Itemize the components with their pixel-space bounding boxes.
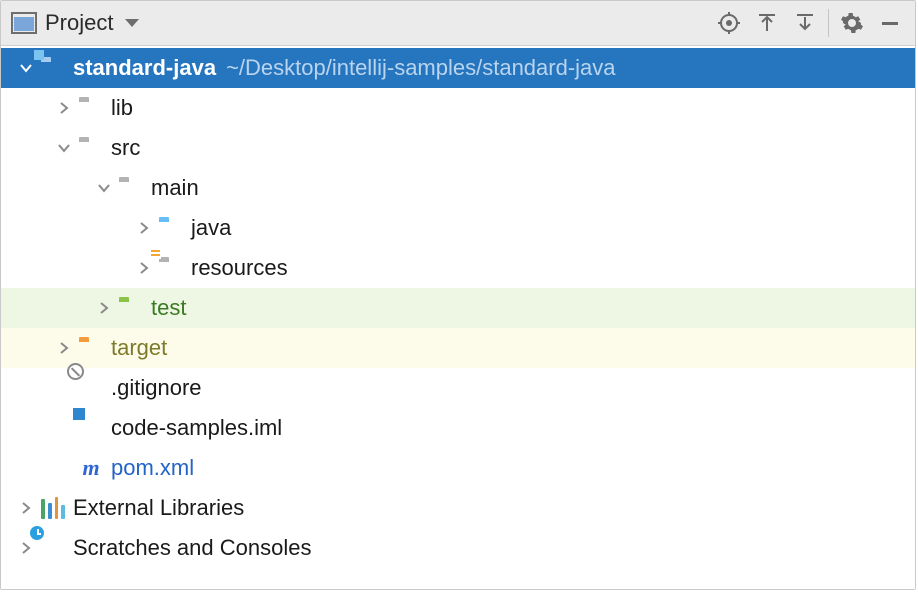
file-ignored-icon xyxy=(79,377,103,399)
tree-node-lib[interactable]: lib xyxy=(1,88,915,128)
node-label: main xyxy=(151,175,199,201)
chevron-right-icon[interactable] xyxy=(53,337,75,359)
minimize-icon xyxy=(880,13,900,33)
node-label: java xyxy=(191,215,231,241)
excluded-folder-icon xyxy=(79,337,103,359)
module-root[interactable]: standard-java ~/Desktop/intellij-samples… xyxy=(1,48,915,88)
collapse-all-button[interactable] xyxy=(786,4,824,42)
tree-node-resources[interactable]: resources xyxy=(1,248,915,288)
toolbar-separator xyxy=(828,9,829,37)
tree-node-main[interactable]: main xyxy=(1,168,915,208)
chevron-right-icon[interactable] xyxy=(133,217,155,239)
folder-icon xyxy=(79,97,103,119)
node-label: Scratches and Consoles xyxy=(73,535,311,561)
collapse-all-icon xyxy=(794,12,816,34)
gear-icon xyxy=(840,11,864,35)
project-panel-icon xyxy=(11,12,37,34)
view-selector[interactable]: Project xyxy=(45,10,113,36)
external-libraries-icon xyxy=(41,497,65,519)
module-path: ~/Desktop/intellij-samples/standard-java xyxy=(226,55,615,81)
node-label: lib xyxy=(111,95,133,121)
maven-pom-icon: m xyxy=(79,457,103,479)
locate-button[interactable] xyxy=(710,4,748,42)
tree-node-iml[interactable]: code-samples.iml xyxy=(1,408,915,448)
node-label: target xyxy=(111,335,167,361)
chevron-right-icon[interactable] xyxy=(93,297,115,319)
module-name: standard-java xyxy=(73,55,216,81)
resources-folder-icon xyxy=(159,257,183,279)
tree-node-java[interactable]: java xyxy=(1,208,915,248)
view-dropdown-icon[interactable] xyxy=(125,19,139,27)
module-folder-icon xyxy=(41,57,65,79)
project-tool-window: Project xyxy=(0,0,916,590)
chevron-right-icon[interactable] xyxy=(53,97,75,119)
source-folder-icon xyxy=(159,217,183,239)
expand-all-button[interactable] xyxy=(748,4,786,42)
node-label: resources xyxy=(191,255,288,281)
tree-node-gitignore[interactable]: .gitignore xyxy=(1,368,915,408)
expand-all-icon xyxy=(756,12,778,34)
tree-node-scratches[interactable]: Scratches and Consoles xyxy=(1,528,915,568)
node-label: test xyxy=(151,295,186,321)
chevron-right-icon[interactable] xyxy=(15,497,37,519)
node-label: External Libraries xyxy=(73,495,244,521)
chevron-down-icon[interactable] xyxy=(93,177,115,199)
node-label: .gitignore xyxy=(111,375,202,401)
chevron-right-icon[interactable] xyxy=(133,257,155,279)
folder-icon xyxy=(79,137,103,159)
folder-icon xyxy=(119,177,143,199)
tree-node-src[interactable]: src xyxy=(1,128,915,168)
settings-button[interactable] xyxy=(833,4,871,42)
node-label: code-samples.iml xyxy=(111,415,282,441)
tree-node-pom[interactable]: m pom.xml xyxy=(1,448,915,488)
tree-node-test[interactable]: test xyxy=(1,288,915,328)
target-icon xyxy=(717,11,741,35)
scratches-icon xyxy=(41,537,65,559)
hide-button[interactable] xyxy=(871,4,909,42)
chevron-down-icon[interactable] xyxy=(53,137,75,159)
tree-node-target[interactable]: target xyxy=(1,328,915,368)
project-toolbar: Project xyxy=(1,1,915,46)
node-label: src xyxy=(111,135,140,161)
iml-file-icon xyxy=(79,417,103,439)
chevron-down-icon[interactable] xyxy=(15,57,37,79)
tree-node-external-libraries[interactable]: External Libraries xyxy=(1,488,915,528)
test-folder-icon xyxy=(119,297,143,319)
project-tree[interactable]: standard-java ~/Desktop/intellij-samples… xyxy=(1,46,915,589)
node-label: pom.xml xyxy=(111,455,194,481)
